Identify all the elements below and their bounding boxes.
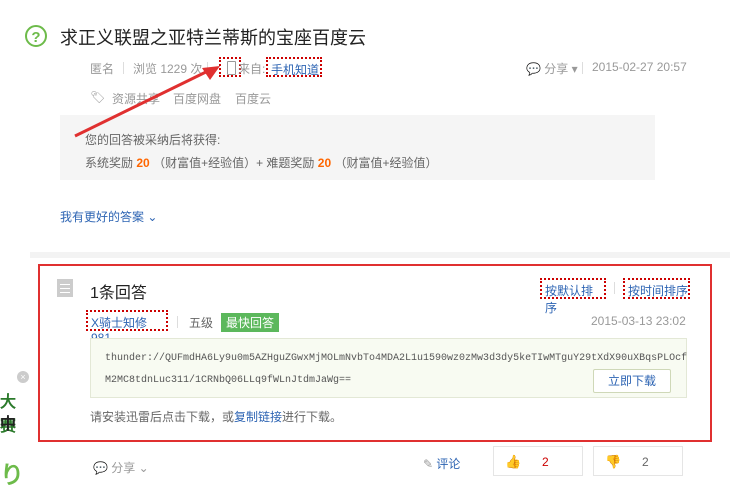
thumbs-up-icon: 👍	[505, 454, 522, 469]
thunder-link-line2: M2MC8tdnLuc311/1CRNbQ06LLq9fWLnJtdmJaWg=…	[105, 375, 352, 386]
side-ad-text2: 中	[0, 416, 17, 433]
like-count: 2	[542, 455, 549, 469]
chat-icon: 💬	[93, 461, 108, 475]
answerer-level: 五级	[189, 316, 214, 330]
share-label: 分享	[544, 62, 569, 76]
download-hint: 请安装迅雷后点击下载，或复制链接进行下载。	[90, 410, 343, 424]
sort-time-highlight: 按时间排序	[623, 278, 690, 299]
divider	[614, 282, 615, 294]
side-ad-text3: り	[0, 462, 24, 489]
reward-value: 20	[317, 156, 332, 170]
from-link-highlight: 手机知道	[266, 57, 322, 77]
dislike-count: 2	[642, 455, 649, 469]
left-side-panel: × 大赛 中 り	[0, 0, 30, 501]
divider	[177, 316, 178, 328]
answer-list-icon	[57, 279, 73, 297]
download-link-box: thunder://QUFmdHA6Ly9u0m5AZHguZGwxMjMOLm…	[90, 338, 687, 398]
download-now-button[interactable]: 立即下载	[593, 369, 671, 393]
reward-line2: 系统奖励 20 （财富值+经验值）+ 难题奖励 20 （财富值+经验值）	[85, 156, 438, 170]
sort-default-highlight: 按默认排序	[540, 278, 606, 315]
annotation-arrow	[74, 66, 220, 138]
chevron-down-icon: ⌄	[147, 210, 158, 224]
question-circle-icon: ?	[25, 25, 47, 47]
tag-item[interactable]: 百度云	[235, 90, 271, 107]
fastest-answer-badge: 最快回答	[221, 313, 280, 332]
question-date: 2015-02-27 20:57	[592, 60, 687, 74]
answerer-highlight: X骑士知修981	[86, 310, 168, 345]
copy-link[interactable]: 复制链接	[234, 410, 282, 424]
dislike-button[interactable]: 👎 2	[593, 446, 683, 476]
question-title: 求正义联盟之亚特兰蒂斯的宝座百度云	[60, 28, 366, 48]
answer-share-button[interactable]: 💬 分享 ⌄	[93, 459, 149, 476]
share-button[interactable]: 💬 分享 ▾	[526, 60, 578, 77]
ad-close-icon[interactable]: ×	[17, 371, 29, 383]
thumbs-down-icon: 👎	[605, 454, 622, 469]
comment-button[interactable]: ✎ 评论	[423, 455, 460, 472]
chevron-down-icon: ▾	[571, 62, 578, 76]
like-button[interactable]: 👍 2	[493, 446, 583, 476]
answer-date: 2015-03-13 23:02	[591, 314, 686, 328]
thunder-link-line1: thunder://QUFmdHA6Ly9u0m5AZHguZGwxMjMOLm…	[105, 353, 688, 364]
sort-default-button[interactable]: 按默认排序	[545, 282, 604, 316]
chat-icon: 💬	[526, 62, 541, 76]
better-answer-link[interactable]: 我有更好的答案 ⌄	[60, 208, 157, 225]
comment-icon: ✎	[423, 457, 434, 471]
divider	[582, 62, 583, 74]
from-label: 来自:	[238, 62, 266, 76]
from-link[interactable]: 手机知道	[271, 61, 319, 78]
answer-count-title: 1条回答	[90, 285, 147, 302]
sort-time-button[interactable]: 按时间排序	[628, 282, 688, 299]
reward-value: 20	[136, 156, 150, 170]
chevron-down-icon: ⌄	[138, 461, 149, 475]
